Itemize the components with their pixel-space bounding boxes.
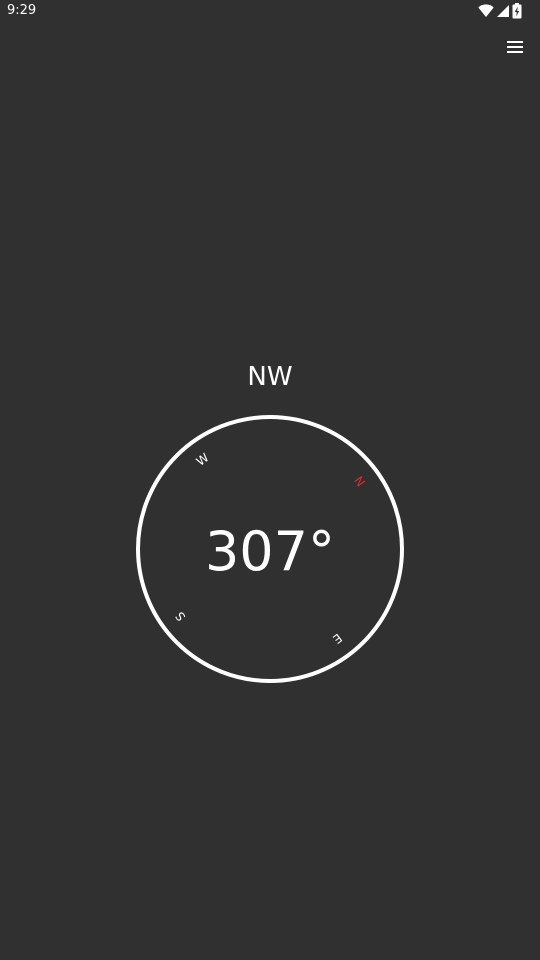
status-bar: 9:29 bbox=[0, 0, 540, 24]
cardinal-e: E bbox=[330, 631, 344, 647]
cardinal-w: W bbox=[194, 450, 212, 468]
menu-button[interactable] bbox=[501, 33, 529, 61]
heading-degrees: 307° bbox=[204, 520, 336, 583]
hamburger-menu-icon bbox=[507, 41, 523, 53]
cardinal-n: N bbox=[351, 474, 368, 490]
status-bar-clock: 9:29 bbox=[7, 3, 37, 18]
status-icons bbox=[478, 3, 522, 19]
direction-label: NW bbox=[247, 362, 293, 392]
cellular-signal-icon bbox=[497, 5, 509, 17]
cardinal-s: S bbox=[173, 609, 189, 624]
wifi-icon bbox=[478, 4, 494, 17]
battery-charging-icon bbox=[512, 3, 522, 19]
